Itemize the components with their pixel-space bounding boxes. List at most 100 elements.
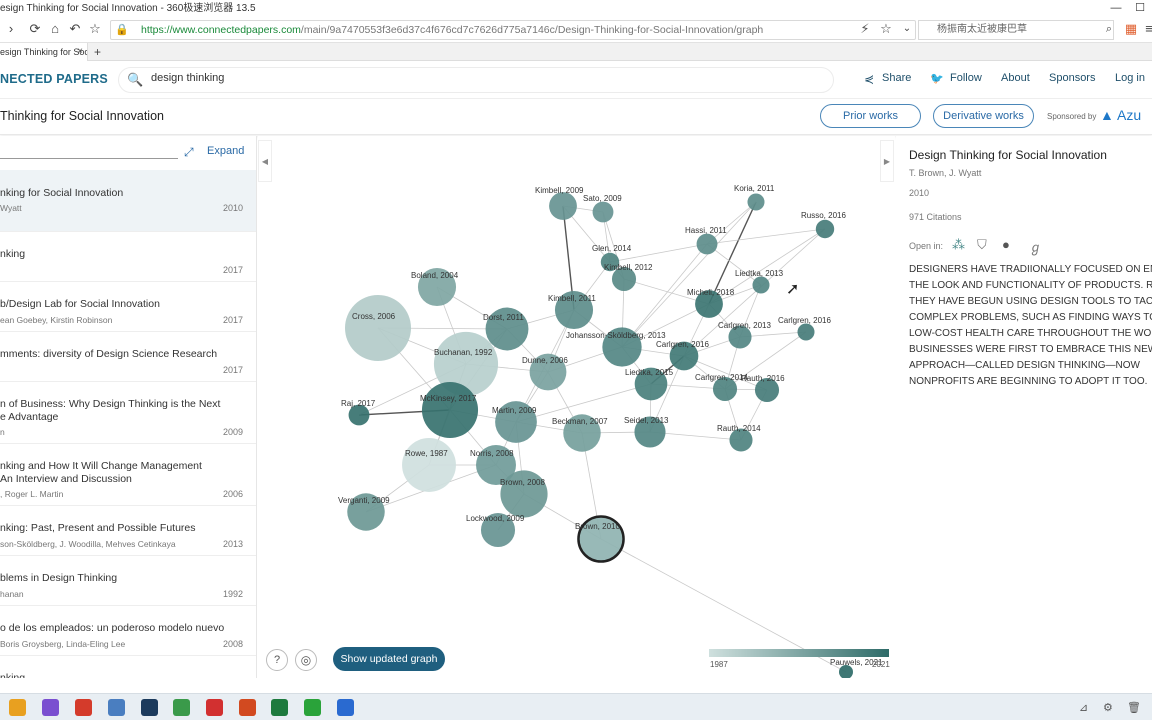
list-item[interactable]: nking and How It Will Change Management A… — [0, 444, 256, 506]
graph-node[interactable] — [345, 295, 411, 361]
help-button[interactable]: ? — [266, 649, 288, 671]
list-item[interactable]: nking: Past, Present and Possible Future… — [0, 506, 256, 556]
google-scholar-icon[interactable]: ℊ — [1029, 237, 1042, 256]
list-item-year: 2017 — [222, 315, 243, 325]
list-item[interactable]: o de los empleados: un poderoso modelo n… — [0, 606, 256, 656]
list-item-title: nking for Social Innovation — [0, 187, 124, 199]
url-bar[interactable]: 🔒 https://www.connectedpapers.com/main/9… — [110, 20, 916, 40]
menu-icon[interactable]: ≡ — [1140, 20, 1152, 38]
prior-works-button[interactable]: Prior works — [820, 104, 921, 128]
logo[interactable]: NECTED PAPERS — [0, 72, 108, 86]
sponsors-link[interactable]: Sponsors — [1049, 72, 1095, 84]
list-item[interactable]: nking — [0, 656, 256, 678]
reload-icon[interactable]: ⟳ — [26, 20, 44, 38]
collapse-left-handle[interactable]: ◀ — [258, 140, 272, 182]
minimize-button[interactable]: — — [1104, 0, 1128, 17]
wechat-icon[interactable] — [304, 699, 321, 716]
home-icon[interactable]: ⌂ — [46, 20, 64, 38]
follow-link[interactable]: Follow — [950, 72, 982, 84]
window-controls: — ☐ — [1104, 0, 1152, 17]
graph-node-label: Liedtka, 2013 — [735, 269, 784, 278]
list-item-year: 2008 — [222, 639, 243, 649]
chrome-icon[interactable] — [173, 699, 190, 716]
graph-node-label: Cross, 2006 — [352, 312, 396, 321]
expand-icon[interactable]: ⤢ — [184, 145, 194, 160]
app-blue2-icon[interactable] — [337, 699, 354, 716]
share-icon[interactable]: ⋞ — [864, 72, 874, 86]
wps-icon[interactable] — [206, 699, 223, 716]
list-item-authors: n — [0, 427, 5, 437]
graph-node[interactable] — [752, 276, 770, 294]
about-link[interactable]: About — [1001, 72, 1030, 84]
search-input[interactable] — [151, 72, 551, 84]
list-item[interactable]: mments: diversity of Design Science Rese… — [0, 332, 256, 382]
expand-icon[interactable]: ▕ — [1145, 701, 1152, 714]
star-icon[interactable]: ☆ — [86, 20, 104, 38]
azure-logo[interactable]: ▲ Azu — [1100, 107, 1141, 123]
list-item-authors: , Roger L. Martin — [0, 489, 64, 499]
doi-icon[interactable]: ● — [1002, 237, 1010, 252]
excel-icon[interactable] — [271, 699, 288, 716]
graph-node[interactable] — [592, 201, 614, 223]
apps-grid-icon[interactable]: ▦ — [1122, 20, 1140, 38]
list-item[interactable]: nking 2017 — [0, 232, 256, 282]
graph-node[interactable] — [402, 438, 456, 492]
graph-canvas[interactable]: Kimbell, 2009 Sato, 2009 Koria, 2011 Russo,… — [258, 136, 895, 679]
graph-node[interactable] — [421, 381, 479, 439]
file-explorer-icon[interactable] — [9, 699, 26, 716]
maximize-button[interactable]: ☐ — [1128, 0, 1152, 17]
list-item[interactable]: n of Business: Why Design Thinking is th… — [0, 382, 256, 444]
app-red-icon[interactable] — [75, 699, 92, 716]
main-search[interactable]: 🔍 — [118, 67, 834, 93]
filter-input[interactable] — [0, 158, 178, 159]
graph-node[interactable] — [696, 233, 718, 255]
lightning-icon[interactable]: ⚡ — [856, 20, 874, 38]
share-link[interactable]: Share — [882, 72, 911, 84]
undo-icon[interactable]: ↶ — [66, 20, 84, 38]
derivative-works-button[interactable]: Derivative works — [933, 104, 1034, 128]
recenter-button[interactable]: ◎ — [295, 649, 317, 671]
graph-node-label: McKinsey, 2017 — [420, 394, 477, 403]
connected-icon[interactable]: ⁂ — [952, 237, 965, 253]
collapse-right-handle[interactable]: ▶ — [880, 140, 894, 182]
chevron-down-icon[interactable]: ⌄ — [898, 20, 916, 38]
pin-icon[interactable]: ⊿ — [1079, 701, 1088, 714]
photoshop-icon[interactable] — [141, 699, 158, 716]
tab-close-icon[interactable]: × — [77, 43, 83, 61]
browser-search-input[interactable]: 杨振南太近被康巴草 — [918, 20, 1114, 40]
graph-node-label: Carlgren, 2016 — [656, 340, 709, 349]
graph-node-label: Rauth, 2014 — [717, 424, 761, 433]
show-updated-graph-button[interactable]: Show updated graph — [333, 647, 445, 671]
paper-detail-panel: Design Thinking for Social Innovation T.… — [896, 136, 1152, 678]
graph-node[interactable] — [815, 219, 835, 239]
search-icon: 🔍 — [127, 72, 144, 87]
expand-button[interactable]: Expand — [207, 145, 244, 157]
list-item[interactable]: blems in Design Thinking hanan 1992 — [0, 556, 256, 606]
graph-node[interactable] — [797, 323, 815, 341]
graph-node-label: Johansson-Sköldberg, 2013 — [566, 331, 666, 340]
detail-year: 2010 — [909, 188, 930, 198]
powerpoint-icon[interactable] — [239, 699, 256, 716]
bookmark-star-icon[interactable]: ☆ — [877, 20, 895, 38]
detail-authors: T. Brown, J. Wyatt — [909, 168, 982, 178]
open-in-label: Open in: — [909, 241, 944, 251]
detail-citations: 971 Citations — [909, 212, 962, 222]
graph-node-label: Lockwood, 2009 — [466, 514, 525, 523]
forward-icon[interactable]: › — [2, 20, 20, 38]
graph-node[interactable] — [549, 192, 577, 220]
graph-svg[interactable]: Kimbell, 2009Sato, 2009 Koria, 2011 Russo,… — [258, 136, 895, 679]
list-item-title: nking — [0, 672, 26, 678]
login-link[interactable]: Log in — [1115, 72, 1145, 84]
semantic-scholar-icon[interactable]: ⛉ — [977, 237, 987, 253]
app-blue-icon[interactable] — [108, 699, 125, 716]
list-item[interactable]: b/Design Lab for Social Innovation ean Go… — [0, 282, 256, 332]
settings-icon[interactable]: ⚙ — [1103, 701, 1113, 714]
new-tab-button[interactable]: + — [94, 43, 101, 61]
search-icon[interactable]: ⌕ — [1100, 20, 1118, 38]
list-item[interactable]: nking for Social Innovation Wyatt 2010 — [0, 170, 256, 232]
trash-icon[interactable]: 🗑 — [1127, 701, 1141, 714]
tab-connected-papers[interactable]: esign Thinking for Social In × — [0, 43, 88, 61]
twitter-icon[interactable]: 🐦 — [930, 72, 944, 85]
browser-360-icon[interactable] — [42, 699, 59, 716]
graph-node[interactable] — [747, 193, 765, 211]
